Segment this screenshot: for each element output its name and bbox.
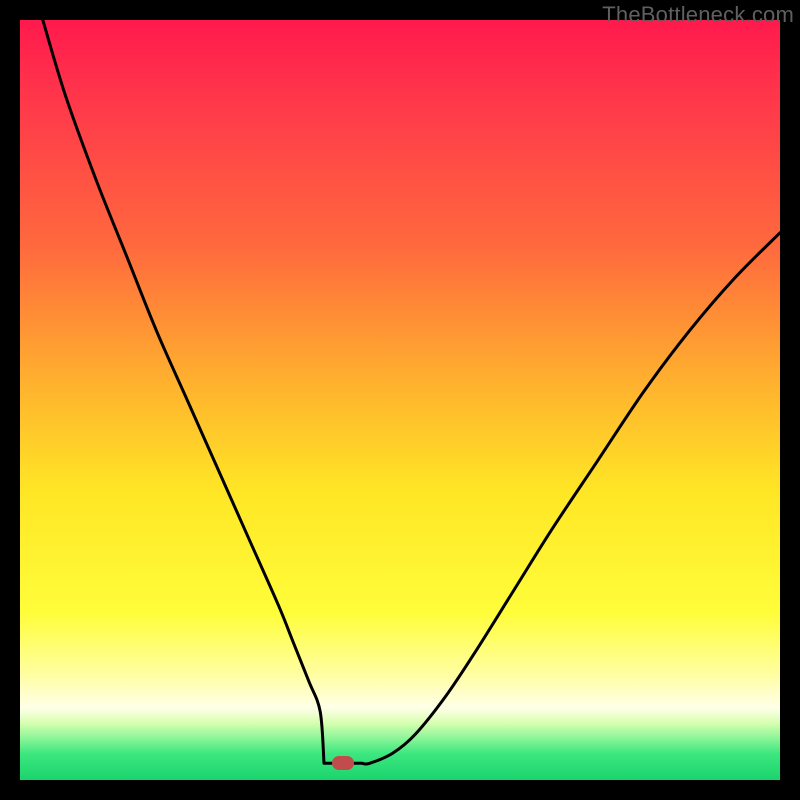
watermark-text: TheBottleneck.com (602, 2, 794, 28)
chart-frame (20, 20, 780, 780)
optimal-point-marker (332, 756, 354, 770)
gradient-background (20, 20, 780, 780)
bottleneck-chart (20, 20, 780, 780)
